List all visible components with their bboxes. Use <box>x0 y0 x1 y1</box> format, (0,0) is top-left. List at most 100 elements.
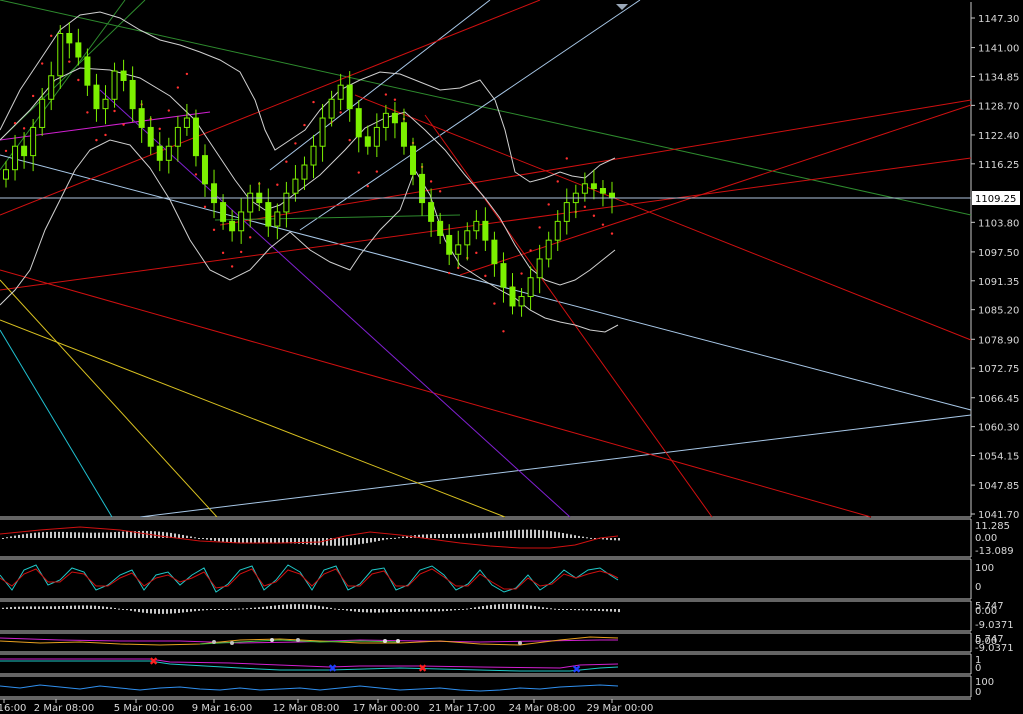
sar-dot <box>122 123 125 126</box>
candle-body <box>75 42 82 58</box>
macd-bar <box>430 534 432 538</box>
macd-bar <box>486 532 488 538</box>
candle-body <box>220 202 227 222</box>
price-tick-label: 1072.75 <box>978 364 1019 375</box>
histogram-bar <box>398 609 400 612</box>
histogram-bar <box>306 604 308 609</box>
time-tick-label: 9 Mar 16:00 <box>192 703 252 714</box>
sar-dot <box>357 171 360 174</box>
macd-bar <box>54 531 56 538</box>
histogram-bar <box>14 606 16 609</box>
hist-tick-2: -9.0371 <box>975 620 1014 631</box>
candle-body <box>274 211 281 227</box>
histogram-bar <box>474 607 476 609</box>
macd-bar <box>514 530 516 538</box>
macd-bar <box>14 535 16 538</box>
sar-dot <box>95 138 98 142</box>
histogram-bar <box>58 606 60 609</box>
histogram-bar <box>186 609 188 613</box>
macd-bar <box>498 531 500 538</box>
histogram-bar <box>582 609 584 611</box>
time-tick-label: 16:00 <box>0 703 26 714</box>
signal-sell-marker-1: ✖ <box>149 655 158 668</box>
macd-bar <box>502 531 504 538</box>
candle-body <box>3 169 9 180</box>
histogram-bar <box>422 609 424 612</box>
macd-bar <box>378 538 380 541</box>
macd-bar <box>394 537 396 539</box>
histogram-bar <box>610 609 612 612</box>
histogram-bar <box>494 604 496 609</box>
candle-body <box>129 79 136 110</box>
histogram-bar <box>450 609 452 611</box>
histogram-bar <box>350 609 352 612</box>
candle-body <box>48 75 55 100</box>
sar-dot <box>22 127 26 130</box>
macd-bar <box>446 533 448 538</box>
candle-body <box>364 136 371 147</box>
histogram-bar <box>234 608 236 610</box>
sar-dot <box>429 180 433 183</box>
histogram-bar <box>362 609 364 613</box>
macd-bar <box>70 532 72 538</box>
time-tick-label: 12 Mar 08:00 <box>273 703 340 714</box>
histogram-bar <box>106 606 108 609</box>
histogram-bar <box>530 605 532 609</box>
price-tick-label: 1085.20 <box>978 306 1019 317</box>
macd-bar <box>94 532 96 538</box>
histogram-bar <box>586 609 588 611</box>
histogram-bar <box>446 609 448 611</box>
histogram-bar <box>458 609 460 610</box>
macd-bar <box>570 534 572 538</box>
macd-bar <box>474 533 476 538</box>
histogram-bar <box>482 606 484 609</box>
histogram-bar <box>110 607 112 609</box>
price-tick-label: 1066.45 <box>978 394 1019 405</box>
macd-bar <box>138 530 140 538</box>
histogram-bar <box>138 609 140 613</box>
histogram-bar <box>414 609 416 612</box>
histogram-bar <box>286 604 288 609</box>
macd-bar <box>342 538 344 546</box>
histogram-bar <box>314 605 316 609</box>
histogram-bar <box>442 609 444 612</box>
macd-bar <box>66 532 68 538</box>
candle-body <box>527 277 534 298</box>
trading-chart[interactable]: 1147.30 1141.00 1134.85 1128.70 1122.40 1116.… <box>0 0 1023 714</box>
candle-body <box>247 192 254 213</box>
histogram-bar <box>174 609 176 614</box>
macd-bar <box>242 538 244 544</box>
macd-bar <box>454 533 456 538</box>
sar-dot <box>565 157 568 160</box>
macd-bar <box>582 536 584 538</box>
sar-dot <box>294 142 297 145</box>
candle-body <box>301 164 308 180</box>
macd-bar <box>366 538 368 544</box>
macd-bar <box>222 538 224 542</box>
macd-bar <box>302 538 304 545</box>
candle-body <box>138 108 145 128</box>
macd-bar <box>614 538 616 541</box>
histogram-bar <box>38 606 40 609</box>
sar-dot <box>438 190 442 193</box>
histogram-bar <box>390 609 392 613</box>
macd-bar <box>466 533 468 538</box>
histogram-bar <box>590 609 592 611</box>
signal-sell-marker-2: ✖ <box>418 662 427 675</box>
histogram-bar <box>214 609 216 610</box>
macd-bar <box>118 531 120 538</box>
sar-dot <box>86 111 89 114</box>
macd-bar <box>334 538 336 546</box>
macd-bar <box>6 537 8 539</box>
candle-body <box>545 239 552 260</box>
macd-bar <box>458 533 460 538</box>
histogram-bar <box>166 609 168 614</box>
candle-body <box>328 98 335 119</box>
histogram-bar <box>78 605 80 609</box>
price-tick-label: 1097.50 <box>978 248 1019 259</box>
sar-dot <box>113 109 116 113</box>
sar-dot <box>384 93 388 96</box>
macd-bar <box>106 532 108 538</box>
histogram-bar <box>526 605 528 609</box>
candle-body <box>211 183 218 204</box>
